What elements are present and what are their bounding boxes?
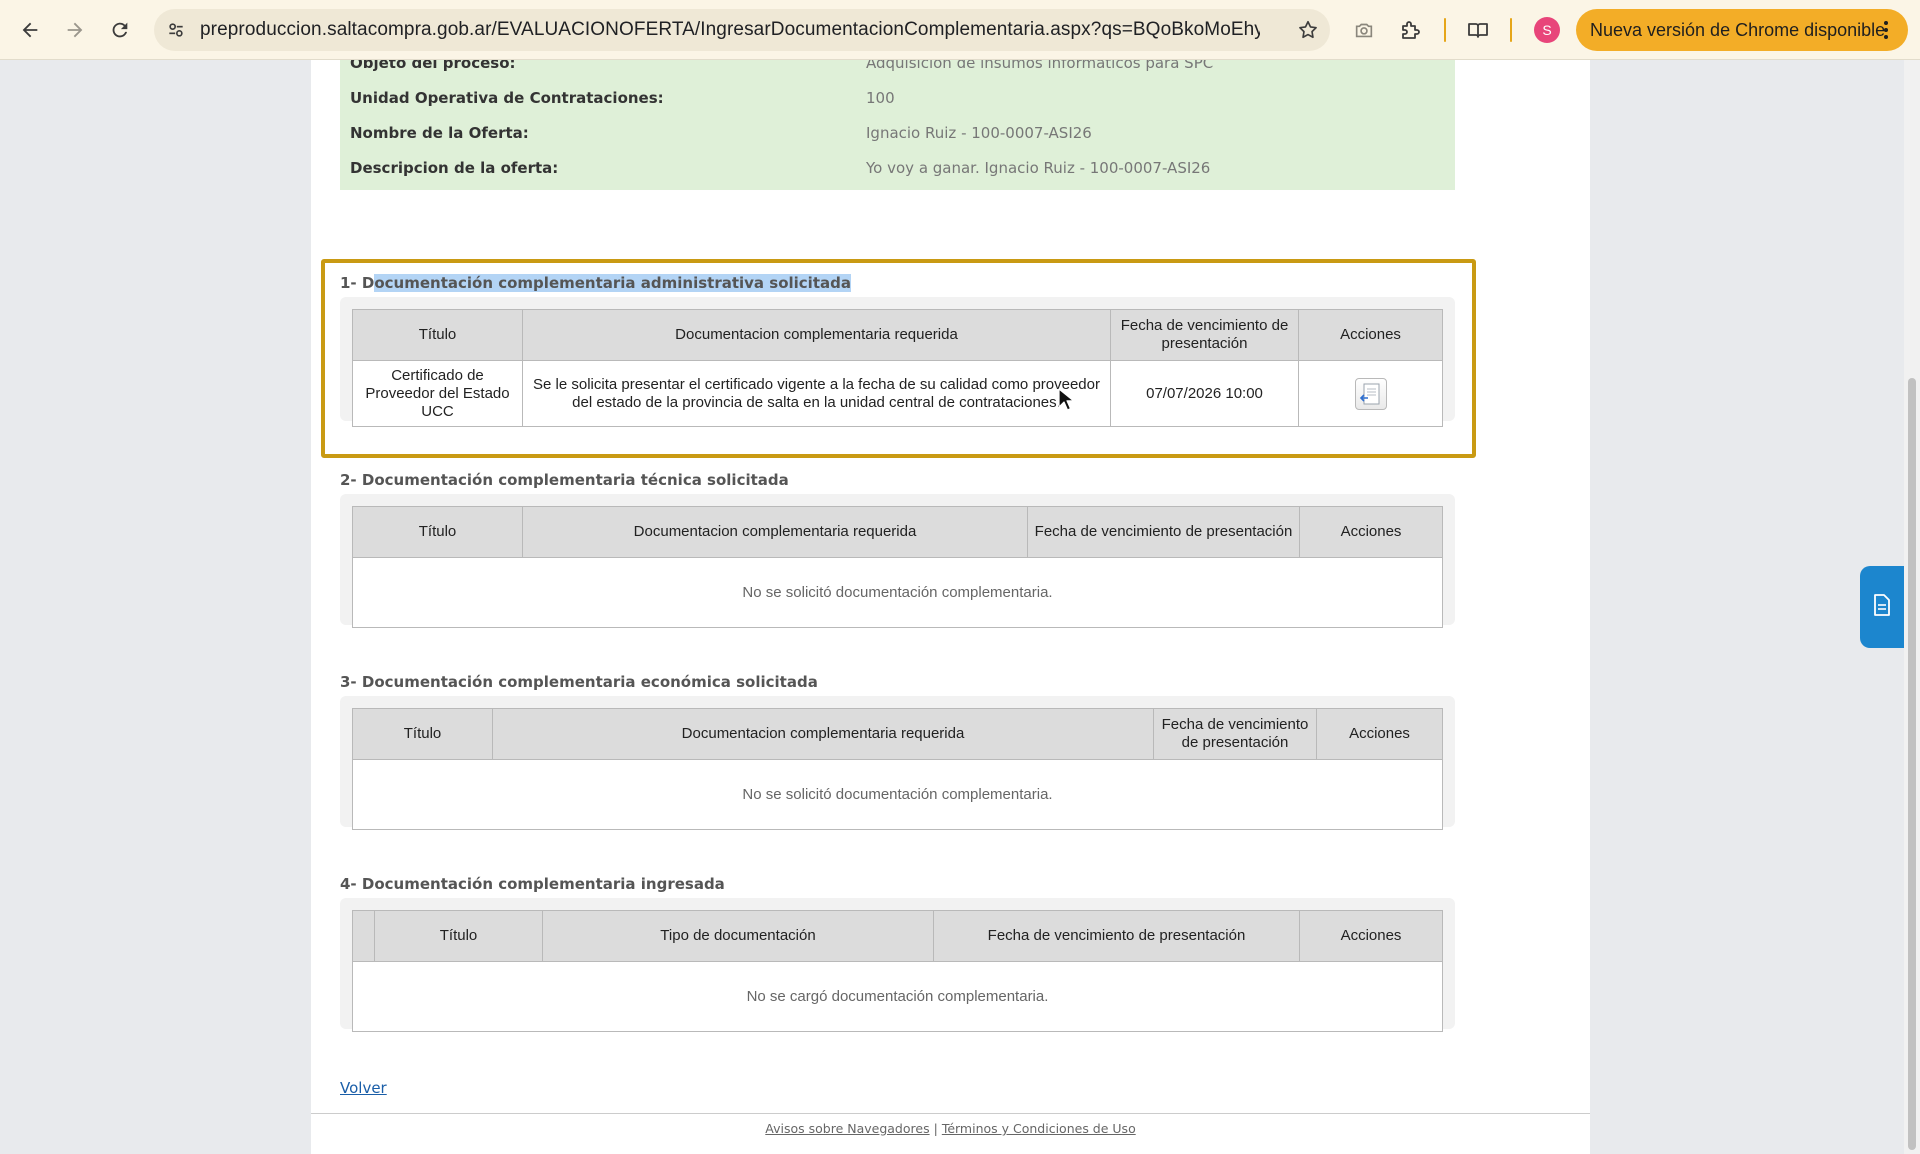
col-acciones: Acciones xyxy=(1299,910,1443,962)
col-documentacion: Documentacion complementaria requerida xyxy=(492,708,1154,760)
info-label: Objeto del proceso: xyxy=(350,60,516,72)
section-4-title: 4- Documentación complementaria ingresad… xyxy=(340,875,725,893)
col-fecha: Fecha de vencimiento de presentación xyxy=(1110,309,1299,361)
col-documentacion: Documentacion complementaria requerida xyxy=(522,506,1028,558)
table-row: No se cargó documentación complementaria… xyxy=(352,961,1443,1032)
section-1-table: Título Documentacion complementaria requ… xyxy=(352,309,1443,427)
col-acciones: Acciones xyxy=(1299,506,1443,558)
reading-mode-icon[interactable] xyxy=(1462,14,1494,46)
col-acciones: Acciones xyxy=(1316,708,1443,760)
table-header-row: Título Tipo de documentación Fecha de ve… xyxy=(352,910,1443,962)
info-row: Nombre de la Oferta: Ignacio Ruiz - 100-… xyxy=(340,124,1455,154)
mouse-cursor-icon xyxy=(1058,388,1075,416)
table-row: No se solicitó documentación complementa… xyxy=(352,759,1443,830)
reload-icon[interactable] xyxy=(102,12,138,48)
section-3-panel: Título Documentacion complementaria requ… xyxy=(340,696,1455,830)
info-value: Adquisicion de insumos informaticos para… xyxy=(866,60,1214,72)
url-text[interactable]: preproduccion.saltacompra.gob.ar/EVALUAC… xyxy=(200,19,1260,41)
col-tipo: Tipo de documentación xyxy=(542,910,934,962)
cell-titulo: Certificado de Proveedor del Estado UCC xyxy=(352,360,523,427)
info-row: Descripcion de la oferta: Yo voy a ganar… xyxy=(340,159,1455,189)
col-fecha: Fecha de vencimiento de presentación xyxy=(1153,708,1317,760)
table-header-row: Título Documentacion complementaria requ… xyxy=(352,506,1443,558)
footer-divider xyxy=(311,1113,1590,1114)
table-header-row: Título Documentacion complementaria requ… xyxy=(352,708,1443,760)
info-label: Unidad Operativa de Contrataciones: xyxy=(350,89,664,107)
section-2-table: Título Documentacion complementaria requ… xyxy=(352,506,1443,628)
offer-info-panel: Objeto del proceso: Adquisicion de insum… xyxy=(340,60,1455,190)
col-fecha: Fecha de vencimiento de presentación xyxy=(1027,506,1300,558)
scrollbar-thumb[interactable] xyxy=(1908,378,1916,1150)
info-label: Nombre de la Oferta: xyxy=(350,124,529,142)
cell-fecha: 07/07/2026 10:00 xyxy=(1110,360,1299,427)
page-viewport: Objeto del proceso: Adquisicion de insum… xyxy=(0,60,1904,1154)
cell-acciones xyxy=(1298,360,1443,427)
col-acciones: Acciones xyxy=(1298,309,1443,361)
extensions-icon[interactable] xyxy=(1394,14,1426,46)
table-row: No se solicitó documentación complementa… xyxy=(352,557,1443,628)
info-value: 100 xyxy=(866,89,895,107)
toolbar-separator xyxy=(1444,18,1446,42)
address-bar[interactable]: preproduccion.saltacompra.gob.ar/EVALUAC… xyxy=(154,9,1330,51)
col-documentacion: Documentacion complementaria requerida xyxy=(522,309,1111,361)
footer: Avisos sobre Navegadores | Términos y Cond… xyxy=(311,1121,1590,1136)
page-content: Objeto del proceso: Adquisicion de insum… xyxy=(311,60,1590,1154)
info-row: Objeto del proceso: Adquisicion de insum… xyxy=(340,60,1455,84)
toolbar-separator xyxy=(1510,18,1512,42)
chrome-update-button[interactable]: Nueva versión de Chrome disponible xyxy=(1576,9,1908,51)
selected-text: ocumentación complementaria administrati… xyxy=(374,274,851,292)
section-1-prefix: 1- D xyxy=(340,274,375,292)
info-label: Descripcion de la oferta: xyxy=(350,159,559,177)
profile-avatar[interactable]: S xyxy=(1534,17,1560,43)
section-2-title: 2- Documentación complementaria técnica … xyxy=(340,471,789,489)
info-value: Ignacio Ruiz - 100-0007-ASI26 xyxy=(866,124,1092,142)
document-icon xyxy=(1873,594,1891,620)
page-scrollbar[interactable] xyxy=(1904,60,1920,1154)
browser-toolbar: preproduccion.saltacompra.gob.ar/EVALUAC… xyxy=(0,0,1920,60)
table-row: Certificado de Proveedor del Estado UCC … xyxy=(352,360,1443,427)
col-fecha: Fecha de vencimiento de presentación xyxy=(933,910,1300,962)
cell-documentacion: Se le solicita presentar el certificado … xyxy=(522,360,1111,427)
site-settings-icon[interactable] xyxy=(164,18,188,42)
camera-icon[interactable] xyxy=(1348,14,1380,46)
bookmark-star-icon[interactable] xyxy=(1296,18,1320,42)
empty-message: No se solicitó documentación complementa… xyxy=(352,557,1443,628)
section-3-table: Título Documentacion complementaria requ… xyxy=(352,708,1443,830)
volver-link[interactable]: Volver xyxy=(340,1079,387,1097)
side-panel-tab[interactable] xyxy=(1860,566,1904,648)
upload-document-icon[interactable] xyxy=(1354,377,1387,410)
footer-terms-link[interactable]: Términos y Condiciones de Uso xyxy=(942,1121,1136,1136)
col-titulo: Título xyxy=(374,910,543,962)
kebab-menu-icon[interactable] xyxy=(1874,18,1898,42)
table-header-row: Título Documentacion complementaria requ… xyxy=(352,309,1443,361)
col-titulo: Título xyxy=(352,708,493,760)
section-1-panel: Título Documentacion complementaria requ… xyxy=(340,297,1455,427)
footer-browsers-link[interactable]: Avisos sobre Navegadores xyxy=(765,1121,929,1136)
section-4-table: Título Tipo de documentación Fecha de ve… xyxy=(352,910,1443,1032)
footer-separator: | xyxy=(933,1121,938,1136)
section-3-title: 3- Documentación complementaria económic… xyxy=(340,673,818,691)
section-4-panel: Título Tipo de documentación Fecha de ve… xyxy=(340,898,1455,1032)
chrome-update-label: Nueva versión de Chrome disponible xyxy=(1590,20,1886,40)
section-2-panel: Título Documentacion complementaria requ… xyxy=(340,494,1455,628)
forward-icon[interactable] xyxy=(57,12,93,48)
section-1-title: 1- Documentación complementaria administ… xyxy=(340,274,851,292)
back-icon[interactable] xyxy=(12,12,48,48)
empty-message: No se cargó documentación complementaria… xyxy=(352,961,1443,1032)
col-titulo: Título xyxy=(352,309,523,361)
col-titulo: Título xyxy=(352,506,523,558)
info-row: Unidad Operativa de Contrataciones: 100 xyxy=(340,89,1455,119)
info-value: Yo voy a ganar. Ignacio Ruiz - 100-0007-… xyxy=(866,159,1211,177)
empty-message: No se solicitó documentación complementa… xyxy=(352,759,1443,830)
col-select xyxy=(352,910,375,962)
